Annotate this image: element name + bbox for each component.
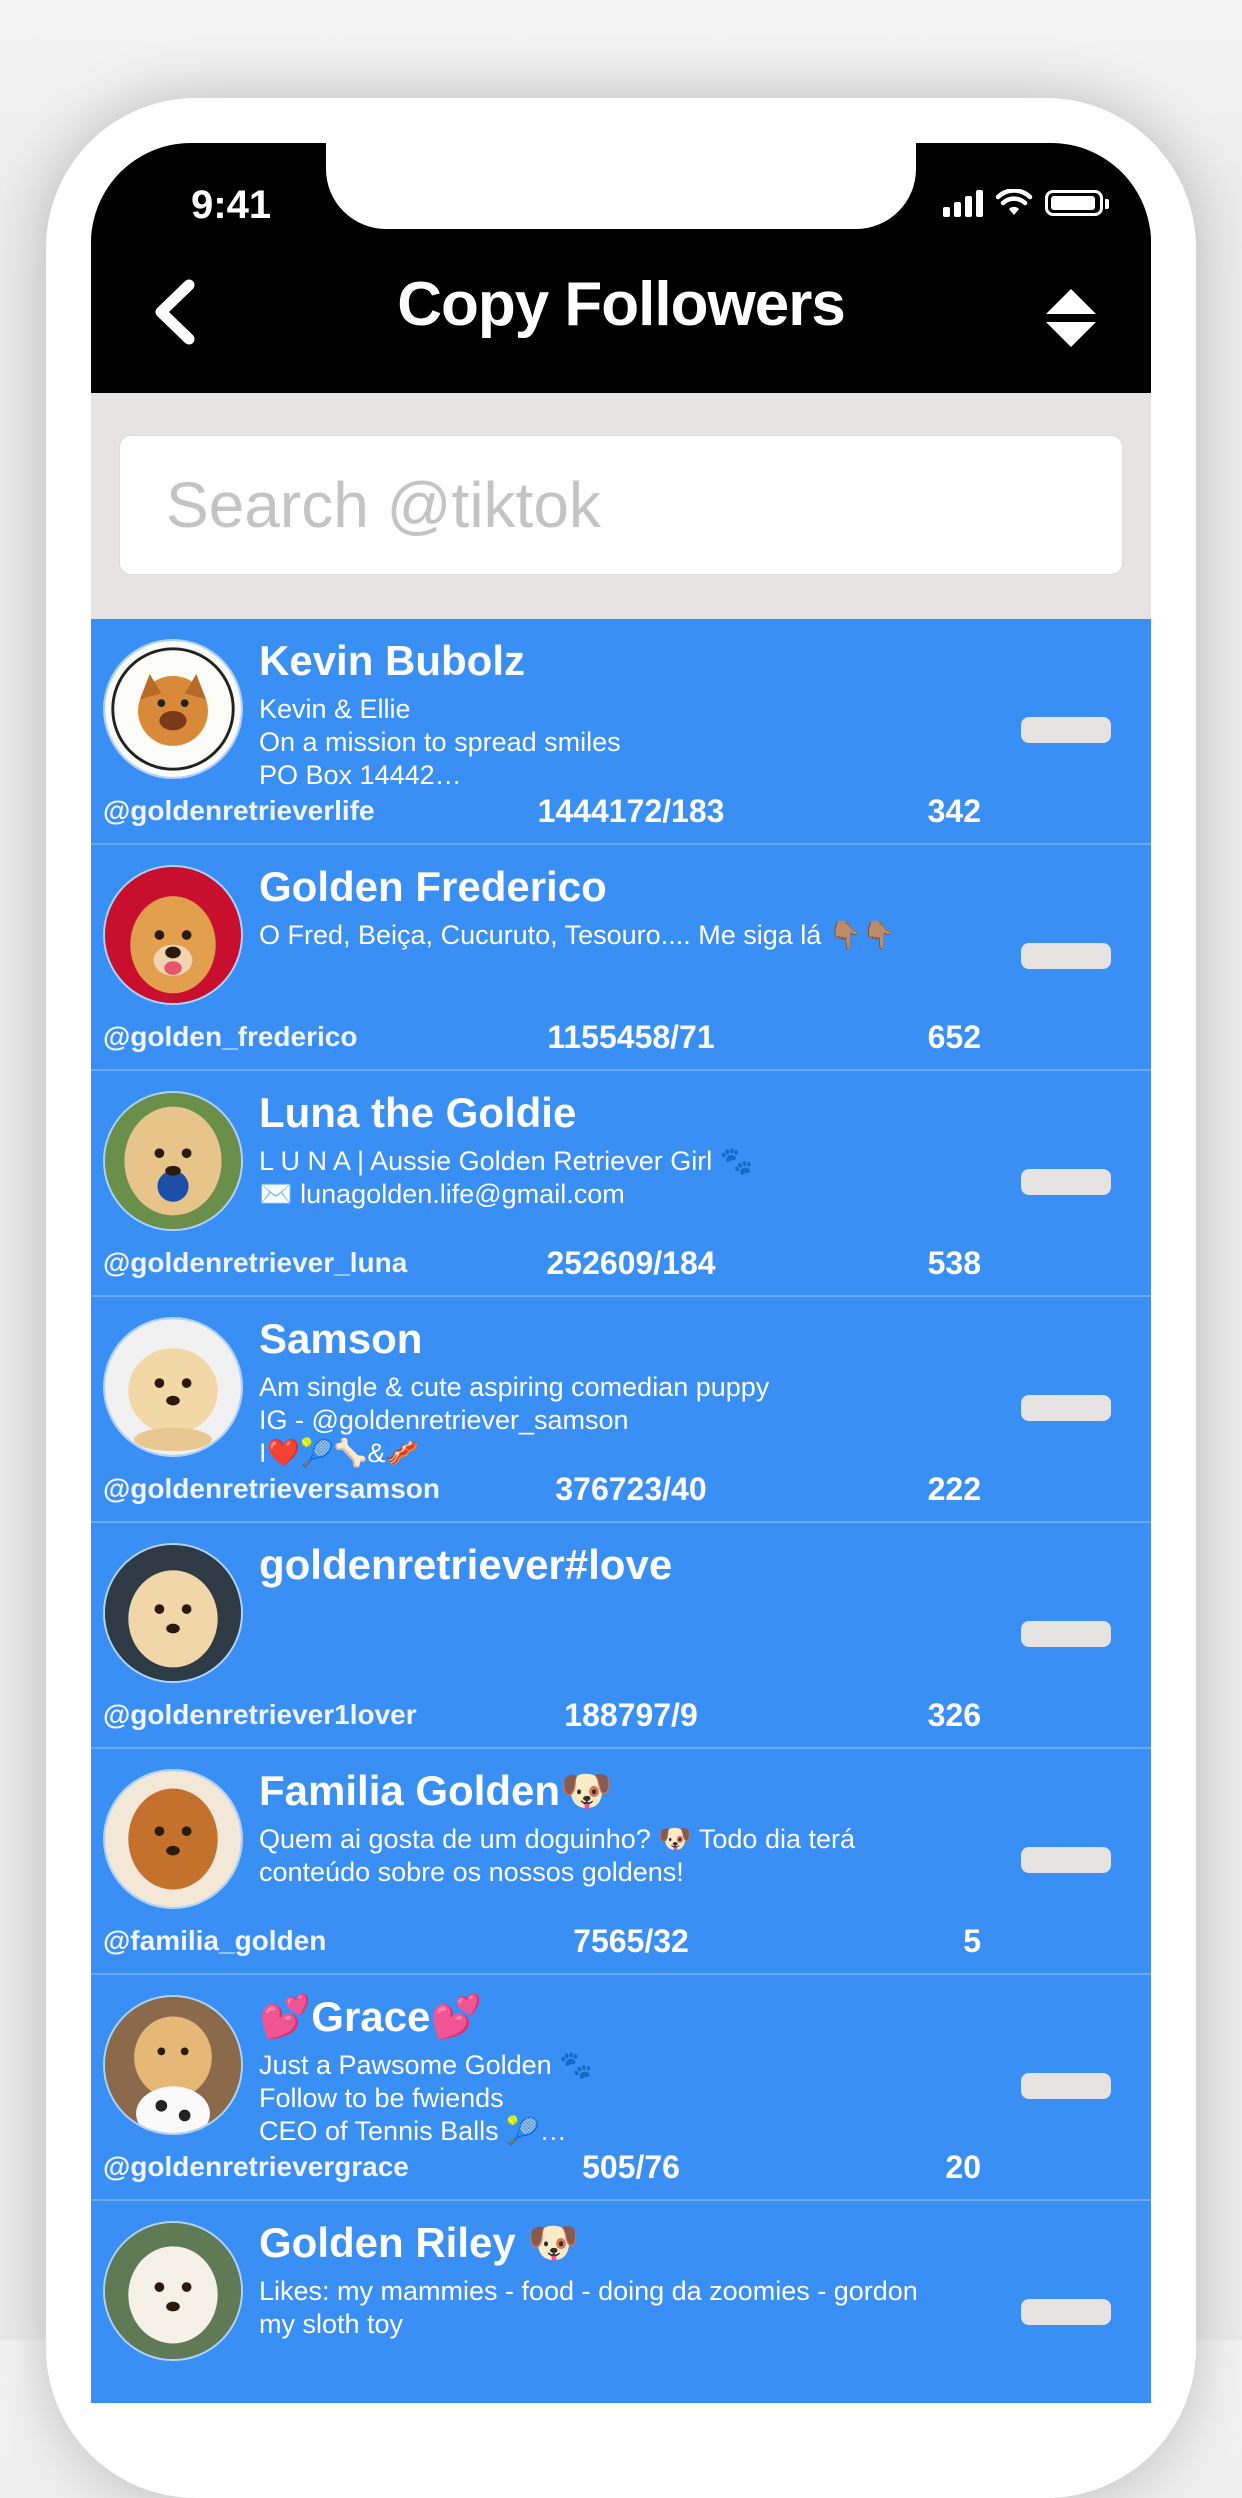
- list-item[interactable]: Familia Golden🐶 Quem ai gosta de um dogu…: [91, 1749, 1151, 1975]
- select-toggle[interactable]: [1021, 717, 1111, 743]
- account-bio: L U N A | Aussie Golden Retriever Girl 🐾…: [259, 1146, 754, 1209]
- list-item[interactable]: Luna the Goldie L U N A | Aussie Golden …: [91, 1071, 1151, 1297]
- account-handle: @goldenretriever_luna: [103, 1247, 408, 1278]
- list-item[interactable]: Golden Frederico O Fred, Beiça, Cucuruto…: [91, 845, 1151, 1071]
- avatar: [103, 2221, 243, 2361]
- avatar: [103, 865, 243, 1005]
- select-toggle[interactable]: [1021, 1621, 1111, 1647]
- account-name: goldenretriever#love: [259, 1541, 673, 1588]
- list-item[interactable]: 💕Grace💕 Just a Pawsome Golden 🐾 Follow t…: [91, 1975, 1151, 2201]
- wifi-icon: [995, 189, 1033, 215]
- account-bio: Kevin & Ellie On a mission to spread smi…: [259, 694, 621, 790]
- list-item[interactable]: Golden Riley 🐶 Likes: my mammies - food …: [91, 2201, 1151, 2403]
- page-title: Copy Followers: [397, 270, 846, 339]
- status-time: 9:41: [191, 183, 272, 227]
- account-name: Golden Riley 🐶: [259, 2219, 580, 2266]
- avatar: [103, 639, 243, 779]
- list-item[interactable]: goldenretriever#love @goldenretriever1lo…: [91, 1523, 1151, 1749]
- avatar: [103, 1769, 243, 1909]
- avatar: [103, 1317, 243, 1457]
- status-icons: [943, 189, 1109, 217]
- avatar: [103, 1091, 243, 1231]
- select-toggle[interactable]: [1021, 1169, 1111, 1195]
- account-name: 💕Grace💕: [259, 1993, 483, 2040]
- follower-ratio: 1155458/71: [547, 1019, 715, 1055]
- account-name: Luna the Goldie: [259, 1089, 577, 1136]
- follower-ratio: 376723/40: [555, 1471, 707, 1507]
- account-name: Golden Frederico: [259, 863, 607, 910]
- following-count: 652: [927, 1019, 981, 1055]
- following-count: 342: [927, 793, 981, 829]
- device-notch: [326, 143, 916, 229]
- account-handle: @goldenretrievergrace: [103, 2151, 409, 2182]
- select-toggle[interactable]: [1021, 1395, 1111, 1421]
- account-name: Familia Golden🐶: [259, 1767, 613, 1814]
- follower-ratio: 188797/9: [564, 1697, 698, 1733]
- list-item[interactable]: Kevin Bubolz Kevin & Ellie On a mission …: [91, 619, 1151, 845]
- select-toggle[interactable]: [1021, 2073, 1111, 2099]
- cellular-signal-icon: [943, 189, 983, 217]
- account-bio: Just a Pawsome Golden 🐾 Follow to be fwi…: [259, 2050, 593, 2146]
- search-input[interactable]: [119, 435, 1123, 575]
- account-handle: @goldenretriever1lover: [103, 1699, 417, 1730]
- follower-ratio: 1444172/183: [537, 793, 725, 829]
- account-handle: @goldenretrieversamson: [103, 1473, 440, 1504]
- following-count: 326: [927, 1697, 981, 1733]
- following-count: 20: [945, 2149, 981, 2185]
- follower-ratio: 252609/184: [546, 1245, 716, 1281]
- account-name: Kevin Bubolz: [259, 637, 526, 684]
- avatar: [103, 1995, 243, 2135]
- following-count: 222: [927, 1471, 981, 1507]
- search-bar-container: [91, 393, 1151, 619]
- sort-icon[interactable]: [1041, 287, 1101, 349]
- following-count: 538: [927, 1245, 981, 1281]
- battery-icon: [1045, 190, 1109, 216]
- select-toggle[interactable]: [1021, 2299, 1111, 2325]
- follower-ratio: 7565/32: [573, 1923, 689, 1959]
- account-bio: Am single & cute aspiring comedian puppy…: [259, 1372, 770, 1468]
- account-bio: Quem ai gosta de um doguinho? 🐶 Todo dia…: [259, 1824, 856, 1887]
- following-count: 5: [963, 1923, 981, 1959]
- app-screen: 9:41 Copy Followers Kevin Bubolz: [91, 143, 1151, 2403]
- account-handle: @goldenretrieverlife: [103, 795, 375, 826]
- account-bio: O Fred, Beiça, Cucuruto, Tesouro.... Me …: [259, 920, 896, 950]
- follower-ratio: 505/76: [582, 2149, 680, 2185]
- select-toggle[interactable]: [1021, 1847, 1111, 1873]
- account-handle: @golden_frederico: [103, 1021, 358, 1052]
- list-item[interactable]: Samson Am single & cute aspiring comedia…: [91, 1297, 1151, 1523]
- account-name: Samson: [259, 1315, 423, 1362]
- navigation-bar: Copy Followers: [91, 229, 1151, 393]
- followers-list: Kevin Bubolz Kevin & Ellie On a mission …: [91, 619, 1151, 2403]
- account-handle: @familia_golden: [103, 1925, 327, 1956]
- account-bio: Likes: my mammies - food - doing da zoom…: [259, 2276, 918, 2339]
- select-toggle[interactable]: [1021, 943, 1111, 969]
- avatar: [103, 1543, 243, 1683]
